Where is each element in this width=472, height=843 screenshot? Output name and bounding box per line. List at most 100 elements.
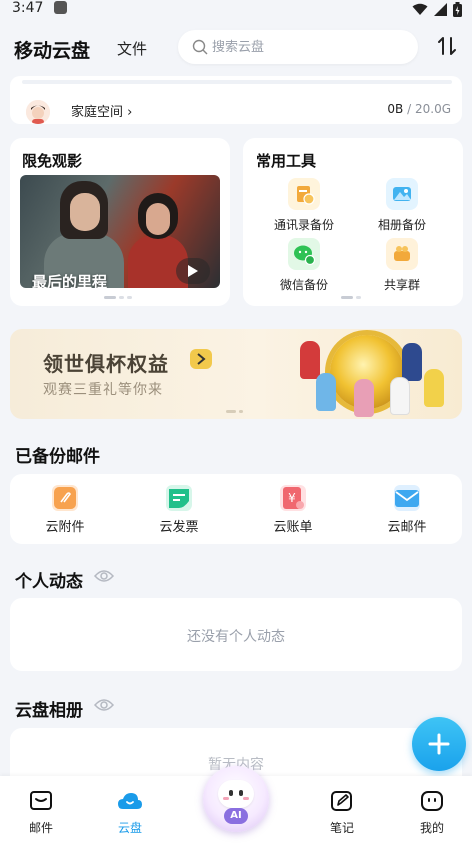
tool-contacts-backup[interactable]: 通讯录备份 — [259, 178, 349, 233]
album-backup-icon — [386, 178, 418, 210]
status-time: 3:47 — [12, 0, 44, 16]
notes-icon — [331, 791, 352, 811]
player-graphic — [316, 373, 336, 411]
player-graphic — [424, 369, 444, 407]
tab-label: 邮件 — [28, 821, 53, 835]
common-tools-title: 常用工具 — [256, 152, 317, 170]
sort-icon[interactable] — [437, 36, 457, 56]
tool-label: 相册备份 — [377, 218, 426, 232]
app-title: 移动云盘 — [14, 40, 91, 62]
ai-badge: AI — [224, 808, 248, 824]
tool-label: 微信备份 — [279, 278, 328, 292]
poster-figure — [146, 203, 170, 235]
storage-used: 0B — [387, 102, 404, 116]
tool-label: 通讯录备份 — [273, 218, 334, 232]
play-button[interactable] — [176, 258, 210, 284]
profile-icon — [421, 791, 443, 811]
family-space-card[interactable]: 家庭空间 › 0B / 20.0G — [10, 76, 462, 124]
backup-mail-card: 云附件 云发票 ¥ 云账单 云邮件 — [10, 474, 462, 544]
tab-label: 笔记 — [329, 821, 354, 835]
cloud-icon — [118, 793, 142, 809]
activity-card: 还没有个人动态 — [10, 598, 462, 671]
files-tab[interactable]: 文件 — [117, 38, 147, 59]
add-button[interactable] — [412, 717, 466, 771]
status-icons — [412, 2, 462, 17]
poster-figure — [70, 193, 100, 231]
free-movie-card[interactable]: 限免观影 最后的里程 — [10, 138, 230, 306]
player-graphic — [300, 341, 320, 379]
banner-arrow-icon — [190, 349, 212, 369]
svg-text:¥: ¥ — [288, 491, 296, 505]
ai-assistant-button[interactable]: AI — [203, 766, 269, 832]
mail-icon — [30, 791, 52, 810]
cloud-bill-icon: ¥ — [280, 485, 306, 511]
search-input[interactable] — [212, 30, 402, 64]
plus-icon — [428, 733, 450, 755]
cloud-mail-item[interactable]: 云邮件 — [367, 485, 447, 535]
share-group-icon — [386, 238, 418, 270]
mail-item-label: 云账单 — [273, 520, 313, 535]
cloud-attachment-icon — [52, 485, 78, 511]
mascot-eye — [229, 790, 233, 796]
notification-icon — [54, 1, 67, 14]
tab-label: 云盘 — [117, 821, 142, 835]
movie-caption: 最后的里程 — [32, 273, 108, 288]
visibility-eye-icon[interactable] — [94, 698, 114, 712]
visibility-eye-icon[interactable] — [94, 569, 114, 583]
backup-mail-title: 已备份邮件 — [15, 447, 100, 467]
activity-empty-text: 还没有个人动态 — [187, 629, 285, 645]
movie-poster[interactable]: 最后的里程 — [20, 175, 220, 288]
status-bar: 3:47 — [0, 0, 472, 22]
storage-total: / 20.0G — [407, 102, 451, 116]
top-header: 移动云盘 文件 — [0, 26, 472, 70]
tool-wechat-backup[interactable]: 微信备份 — [259, 238, 349, 293]
family-space-label: 家庭空间 › — [71, 105, 133, 120]
search-bar[interactable] — [178, 30, 418, 64]
tool-label: 共享群 — [383, 278, 420, 292]
tab-cloud-drive[interactable]: 云盘 — [100, 790, 160, 836]
tool-album-backup[interactable]: 相册备份 — [357, 178, 447, 233]
banner-carousel-indicator — [226, 410, 243, 413]
family-storage-usage: 0B / 20.0G — [387, 102, 451, 116]
mascot-cheek — [223, 797, 229, 800]
banner-subtitle: 观赛三重礼等你来 — [43, 382, 163, 398]
wifi-icon — [412, 3, 428, 15]
mascot-cheek — [243, 797, 249, 800]
cloud-attachment-item[interactable]: 云附件 — [25, 485, 105, 535]
avatar-icon — [26, 100, 50, 124]
cloud-invoice-item[interactable]: 云发票 — [139, 485, 219, 535]
signal-icon — [434, 3, 447, 16]
promo-banner[interactable]: 领世俱杯权益 观赛三重礼等你来 — [10, 329, 462, 419]
mail-item-label: 云附件 — [45, 520, 85, 535]
player-graphic — [402, 343, 422, 381]
family-space-text: 家庭空间 — [71, 105, 124, 120]
tab-notes[interactable]: 笔记 — [312, 790, 372, 836]
tab-mail[interactable]: 邮件 — [11, 790, 71, 836]
carousel-indicator — [104, 296, 132, 299]
cloud-invoice-icon — [166, 485, 192, 511]
mail-item-label: 云邮件 — [387, 520, 427, 535]
play-icon — [188, 265, 198, 277]
tool-share-group[interactable]: 共享群 — [357, 238, 447, 293]
album-title: 云盘相册 — [15, 701, 83, 721]
wechat-backup-icon — [288, 238, 320, 270]
storage-strip — [22, 80, 452, 84]
ai-mascot-icon — [218, 780, 254, 808]
common-tools-card: 常用工具 通讯录备份 相册备份 微信备份 共享群 — [243, 138, 463, 306]
mail-item-label: 云发票 — [159, 520, 199, 535]
mascot-eye — [239, 790, 243, 796]
free-movie-title: 限免观影 — [22, 152, 83, 170]
banner-headline: 领世俱杯权益 — [43, 352, 169, 376]
contacts-backup-icon — [288, 178, 320, 210]
player-graphic — [354, 379, 374, 417]
cloud-mail-icon — [394, 485, 420, 511]
activity-title: 个人动态 — [15, 572, 83, 592]
tab-profile[interactable]: 我的 — [402, 790, 462, 836]
tab-label: 我的 — [419, 821, 444, 835]
player-graphic — [390, 377, 410, 415]
search-icon — [192, 39, 208, 55]
bottom-tab-bar: 邮件 云盘 AI 笔记 我的 — [0, 766, 472, 843]
cloud-bill-item[interactable]: ¥ 云账单 — [253, 485, 333, 535]
battery-icon — [453, 2, 462, 17]
carousel-indicator — [341, 296, 361, 299]
